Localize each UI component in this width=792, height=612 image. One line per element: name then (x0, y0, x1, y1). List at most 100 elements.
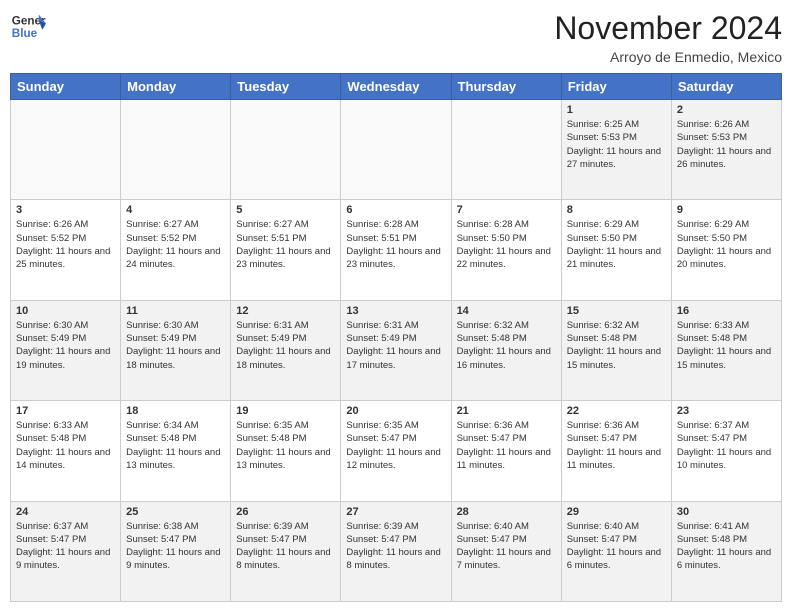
day-info: Sunrise: 6:40 AM Sunset: 5:47 PM Dayligh… (567, 520, 666, 573)
calendar-cell: 3 Sunrise: 6:26 AM Sunset: 5:52 PM Daylig… (11, 200, 121, 300)
day-number: 6 (346, 204, 445, 216)
month-title: November 2024 (554, 10, 782, 47)
day-number: 8 (567, 204, 666, 216)
calendar-week-1: 1Sunrise: 6:25 AM Sunset: 5:53 PM Daylig… (11, 100, 782, 200)
day-info: Sunrise: 6:35 AM Sunset: 5:48 PM Dayligh… (236, 419, 335, 472)
calendar-cell (231, 100, 341, 200)
col-sunday: Sunday (11, 74, 121, 100)
logo: General Blue (10, 10, 46, 46)
calendar-cell: 19 Sunrise: 6:35 AM Sunset: 5:48 PM Dayli… (231, 401, 341, 501)
calendar-cell: 14 Sunrise: 6:32 AM Sunset: 5:48 PM Dayli… (451, 300, 561, 400)
calendar-cell: 28Sunrise: 6:40 AM Sunset: 5:47 PM Dayli… (451, 501, 561, 601)
day-number: 19 (236, 405, 335, 417)
day-info: Sunrise: 6:32 AM Sunset: 5:48 PM Dayligh… (457, 319, 556, 372)
calendar-header-row: Sunday Monday Tuesday Wednesday Thursday… (11, 74, 782, 100)
calendar-cell (11, 100, 121, 200)
calendar-cell: 13 Sunrise: 6:31 AM Sunset: 5:49 PM Dayli… (341, 300, 451, 400)
calendar-cell: 8Sunrise: 6:29 AM Sunset: 5:50 PM Daylig… (561, 200, 671, 300)
calendar-week-5: 24 Sunrise: 6:37 AM Sunset: 5:47 PM Dayli… (11, 501, 782, 601)
day-info: Sunrise: 6:27 AM Sunset: 5:52 PM Dayligh… (126, 218, 225, 271)
calendar-cell: 27 Sunrise: 6:39 AM Sunset: 5:47 PM Dayli… (341, 501, 451, 601)
col-wednesday: Wednesday (341, 74, 451, 100)
day-number: 15 (567, 305, 666, 317)
day-number: 22 (567, 405, 666, 417)
day-info: Sunrise: 6:30 AM Sunset: 5:49 PM Dayligh… (126, 319, 225, 372)
calendar-week-4: 17 Sunrise: 6:33 AM Sunset: 5:48 PM Dayli… (11, 401, 782, 501)
day-number: 17 (16, 405, 115, 417)
calendar-cell: 12 Sunrise: 6:31 AM Sunset: 5:49 PM Dayli… (231, 300, 341, 400)
calendar-cell: 16 Sunrise: 6:33 AM Sunset: 5:48 PM Dayli… (671, 300, 781, 400)
day-info: Sunrise: 6:37 AM Sunset: 5:47 PM Dayligh… (16, 520, 115, 573)
page: General Blue November 2024 Arroyo de Enm… (0, 0, 792, 612)
day-info: Sunrise: 6:37 AM Sunset: 5:47 PM Dayligh… (677, 419, 776, 472)
col-thursday: Thursday (451, 74, 561, 100)
calendar-cell: 15Sunrise: 6:32 AM Sunset: 5:48 PM Dayli… (561, 300, 671, 400)
day-info: Sunrise: 6:41 AM Sunset: 5:48 PM Dayligh… (677, 520, 776, 573)
calendar-table: Sunday Monday Tuesday Wednesday Thursday… (10, 73, 782, 602)
day-info: Sunrise: 6:26 AM Sunset: 5:53 PM Dayligh… (677, 118, 776, 171)
col-saturday: Saturday (671, 74, 781, 100)
day-info: Sunrise: 6:30 AM Sunset: 5:49 PM Dayligh… (16, 319, 115, 372)
calendar-cell: 1Sunrise: 6:25 AM Sunset: 5:53 PM Daylig… (561, 100, 671, 200)
day-number: 29 (567, 506, 666, 518)
header: General Blue November 2024 Arroyo de Enm… (10, 10, 782, 65)
calendar-cell: 18 Sunrise: 6:34 AM Sunset: 5:48 PM Dayli… (121, 401, 231, 501)
calendar-cell: 23 Sunrise: 6:37 AM Sunset: 5:47 PM Dayli… (671, 401, 781, 501)
day-info: Sunrise: 6:39 AM Sunset: 5:47 PM Dayligh… (346, 520, 445, 573)
day-number: 2 (677, 104, 776, 116)
svg-text:Blue: Blue (12, 27, 38, 40)
col-monday: Monday (121, 74, 231, 100)
day-number: 25 (126, 506, 225, 518)
day-info: Sunrise: 6:36 AM Sunset: 5:47 PM Dayligh… (567, 419, 666, 472)
day-info: Sunrise: 6:39 AM Sunset: 5:47 PM Dayligh… (236, 520, 335, 573)
day-number: 30 (677, 506, 776, 518)
calendar-cell (451, 100, 561, 200)
location: Arroyo de Enmedio, Mexico (554, 49, 782, 65)
day-number: 21 (457, 405, 556, 417)
day-info: Sunrise: 6:33 AM Sunset: 5:48 PM Dayligh… (677, 319, 776, 372)
day-number: 16 (677, 305, 776, 317)
calendar-cell: 30 Sunrise: 6:41 AM Sunset: 5:48 PM Dayli… (671, 501, 781, 601)
calendar-cell: 22 Sunrise: 6:36 AM Sunset: 5:47 PM Dayli… (561, 401, 671, 501)
calendar-cell: 4Sunrise: 6:27 AM Sunset: 5:52 PM Daylig… (121, 200, 231, 300)
day-number: 23 (677, 405, 776, 417)
day-info: Sunrise: 6:28 AM Sunset: 5:50 PM Dayligh… (457, 218, 556, 271)
col-tuesday: Tuesday (231, 74, 341, 100)
calendar-cell: 21 Sunrise: 6:36 AM Sunset: 5:47 PM Dayli… (451, 401, 561, 501)
calendar-cell: 5Sunrise: 6:27 AM Sunset: 5:51 PM Daylig… (231, 200, 341, 300)
day-number: 7 (457, 204, 556, 216)
day-number: 14 (457, 305, 556, 317)
day-info: Sunrise: 6:26 AM Sunset: 5:52 PM Dayligh… (16, 218, 115, 271)
col-friday: Friday (561, 74, 671, 100)
day-number: 24 (16, 506, 115, 518)
day-number: 20 (346, 405, 445, 417)
calendar-cell (121, 100, 231, 200)
logo-icon: General Blue (10, 10, 46, 46)
calendar-cell: 17 Sunrise: 6:33 AM Sunset: 5:48 PM Dayli… (11, 401, 121, 501)
title-area: November 2024 Arroyo de Enmedio, Mexico (554, 10, 782, 65)
day-info: Sunrise: 6:36 AM Sunset: 5:47 PM Dayligh… (457, 419, 556, 472)
calendar-cell: 20Sunrise: 6:35 AM Sunset: 5:47 PM Dayli… (341, 401, 451, 501)
day-number: 10 (16, 305, 115, 317)
day-number: 26 (236, 506, 335, 518)
day-number: 13 (346, 305, 445, 317)
day-number: 18 (126, 405, 225, 417)
day-info: Sunrise: 6:27 AM Sunset: 5:51 PM Dayligh… (236, 218, 335, 271)
day-info: Sunrise: 6:31 AM Sunset: 5:49 PM Dayligh… (346, 319, 445, 372)
day-number: 28 (457, 506, 556, 518)
day-number: 3 (16, 204, 115, 216)
day-number: 11 (126, 305, 225, 317)
day-info: Sunrise: 6:29 AM Sunset: 5:50 PM Dayligh… (677, 218, 776, 271)
calendar-week-3: 10 Sunrise: 6:30 AM Sunset: 5:49 PM Dayli… (11, 300, 782, 400)
calendar-cell: 2 Sunrise: 6:26 AM Sunset: 5:53 PM Daylig… (671, 100, 781, 200)
calendar-cell (341, 100, 451, 200)
day-number: 12 (236, 305, 335, 317)
day-info: Sunrise: 6:33 AM Sunset: 5:48 PM Dayligh… (16, 419, 115, 472)
calendar-week-2: 3 Sunrise: 6:26 AM Sunset: 5:52 PM Daylig… (11, 200, 782, 300)
day-info: Sunrise: 6:25 AM Sunset: 5:53 PM Dayligh… (567, 118, 666, 171)
day-number: 27 (346, 506, 445, 518)
day-number: 9 (677, 204, 776, 216)
day-info: Sunrise: 6:38 AM Sunset: 5:47 PM Dayligh… (126, 520, 225, 573)
day-info: Sunrise: 6:34 AM Sunset: 5:48 PM Dayligh… (126, 419, 225, 472)
day-info: Sunrise: 6:31 AM Sunset: 5:49 PM Dayligh… (236, 319, 335, 372)
